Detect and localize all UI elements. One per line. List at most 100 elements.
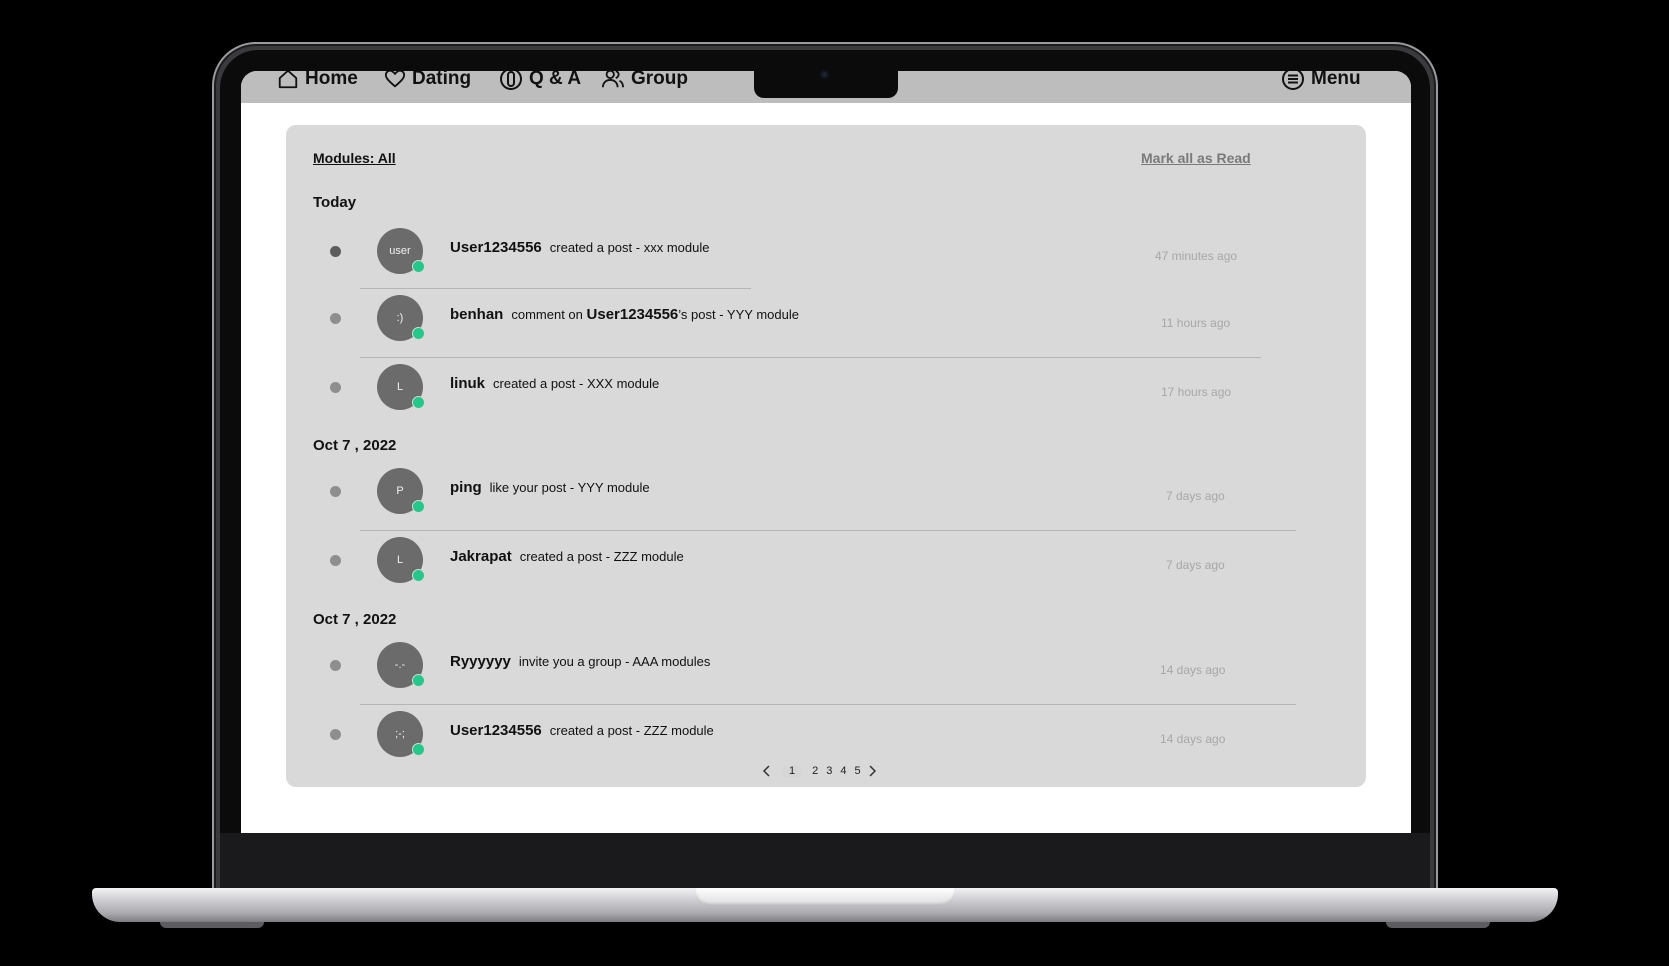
nav-qa[interactable]: Q & A — [499, 71, 582, 90]
page-number-current[interactable]: 1 — [782, 765, 803, 777]
nav-home[interactable]: Home — [277, 71, 358, 89]
notification-user[interactable]: User1234556 — [450, 722, 542, 739]
online-status-dot — [412, 260, 425, 273]
next-page-button[interactable] — [865, 764, 879, 778]
notification-message: Jakrapat created a post - ZZZ module — [450, 548, 684, 565]
base-opening-notch — [694, 888, 956, 906]
notification-action: created a post - XXX module — [493, 376, 660, 391]
page-number[interactable]: 3 — [826, 765, 832, 777]
row-divider — [360, 288, 751, 289]
notification-time: 14 days ago — [1160, 732, 1226, 746]
screen: Home Dating Q & A Group Menu Modules: Al… — [241, 71, 1411, 833]
chevron-right-icon — [869, 765, 876, 777]
notification-time: 17 hours ago — [1161, 385, 1232, 399]
notification-message: User1234556 created a post - ZZZ module — [450, 722, 714, 739]
avatar-text: -.- — [394, 659, 406, 671]
nav-menu-label: Menu — [1311, 71, 1361, 89]
notification-row[interactable]: L linuk created a post - XXX module 17 ho… — [286, 361, 1366, 425]
notification-action: created a post - ZZZ module — [519, 549, 684, 564]
mark-all-read-link[interactable]: Mark all as Read — [1141, 150, 1251, 166]
notification-user[interactable]: linuk — [450, 375, 485, 392]
notification-row[interactable]: :) benhan comment on User1234556’s post -… — [286, 292, 1366, 356]
notification-time: 14 days ago — [1160, 663, 1226, 677]
online-status-dot — [412, 500, 425, 513]
online-status-dot — [412, 396, 425, 409]
avatar-text: L — [396, 381, 404, 393]
unread-dot — [330, 246, 341, 257]
laptop-mockup: Home Dating Q & A Group Menu Modules: Al… — [0, 0, 1669, 966]
row-divider — [360, 704, 1296, 705]
notification-action-suffix: ’s post - YYY module — [678, 307, 799, 322]
notification-action: like your post - YYY module — [489, 480, 650, 495]
avatar-text: ;-; — [395, 728, 405, 740]
notification-target-user[interactable]: User1234556 — [587, 306, 679, 323]
nav-menu[interactable]: Menu — [1281, 71, 1361, 90]
notification-row[interactable]: ;-; User1234556 created a post - ZZZ modu… — [286, 708, 1366, 772]
modules-filter-link[interactable]: Modules: All — [313, 150, 396, 166]
notification-message: Ryyyyyy invite you a group - AAA modules — [450, 653, 710, 670]
notification-row[interactable]: -.- Ryyyyyy invite you a group - AAA modu… — [286, 639, 1366, 703]
notification-time: 7 days ago — [1166, 558, 1225, 572]
nav-dating[interactable]: Dating — [384, 71, 472, 89]
read-dot — [330, 555, 341, 566]
avatar-text: L — [396, 554, 404, 566]
notification-action: created a post - ZZZ module — [549, 723, 714, 738]
notifications-panel: Modules: All Mark all as Read Today user… — [286, 125, 1366, 787]
read-dot — [330, 382, 341, 393]
notification-user[interactable]: benhan — [450, 306, 503, 323]
avatar-text: :) — [396, 312, 404, 324]
notification-message: linuk created a post - XXX module — [450, 375, 659, 392]
pagination: 1 2 3 4 5 — [760, 764, 879, 778]
row-divider — [360, 357, 1261, 358]
notification-user[interactable]: ping — [450, 479, 482, 496]
notification-row[interactable]: user User1234556 created a post - xxx mod… — [286, 225, 1366, 289]
nav-group-label: Group — [631, 71, 688, 89]
bezel-bottom — [220, 833, 1430, 888]
notification-message: benhan comment on User1234556’s post - YY… — [450, 306, 799, 323]
row-divider — [360, 530, 1296, 531]
users-icon — [602, 71, 624, 88]
avatar-text: P — [396, 485, 404, 497]
notification-time: 11 hours ago — [1161, 316, 1231, 330]
camera-icon — [820, 70, 829, 79]
nav-home-label: Home — [305, 71, 358, 89]
notification-user[interactable]: Ryyyyyy — [450, 653, 511, 670]
laptop-foot — [160, 922, 264, 928]
page-number[interactable]: 5 — [855, 765, 861, 777]
section-heading: Oct 7 , 2022 — [313, 437, 397, 454]
notification-action: created a post - xxx module — [549, 240, 710, 255]
notification-message: ping like your post - YYY module — [450, 479, 650, 496]
nav-group[interactable]: Group — [601, 71, 688, 89]
notification-message: User1234556 created a post - xxx module — [450, 239, 709, 256]
notification-user[interactable]: User1234556 — [450, 239, 542, 256]
notification-time: 7 days ago — [1166, 489, 1225, 503]
avatar-text: user — [389, 245, 411, 257]
read-dot — [330, 486, 341, 497]
question-bubble-icon — [500, 71, 522, 90]
section-heading: Today — [313, 194, 357, 211]
menu-icon — [1282, 71, 1304, 90]
page-number[interactable]: 2 — [812, 765, 818, 777]
read-dot — [330, 313, 341, 324]
online-status-dot — [412, 327, 425, 340]
notification-action-prefix: comment on — [511, 307, 583, 322]
notification-action: invite you a group - AAA modules — [518, 654, 711, 669]
notification-time: 47 minutes ago — [1155, 249, 1238, 263]
notification-user[interactable]: Jakrapat — [450, 548, 512, 565]
laptop-foot — [1386, 922, 1490, 928]
notification-row[interactable]: L Jakrapat created a post - ZZZ module 7 … — [286, 534, 1366, 598]
home-icon — [278, 71, 298, 89]
nav-dating-label: Dating — [412, 71, 472, 89]
chevron-left-icon — [762, 765, 770, 777]
heart-icon — [384, 71, 406, 88]
read-dot — [330, 729, 341, 740]
page-number[interactable]: 4 — [840, 765, 846, 777]
nav-qa-label: Q & A — [529, 71, 582, 89]
notification-row[interactable]: P ping like your post - YYY module 7 days… — [286, 465, 1366, 529]
online-status-dot — [412, 569, 425, 582]
section-heading: Oct 7 , 2022 — [313, 611, 397, 628]
read-dot — [330, 660, 341, 671]
online-status-dot — [412, 674, 425, 687]
prev-page-button[interactable] — [760, 764, 774, 778]
online-status-dot — [412, 743, 425, 756]
